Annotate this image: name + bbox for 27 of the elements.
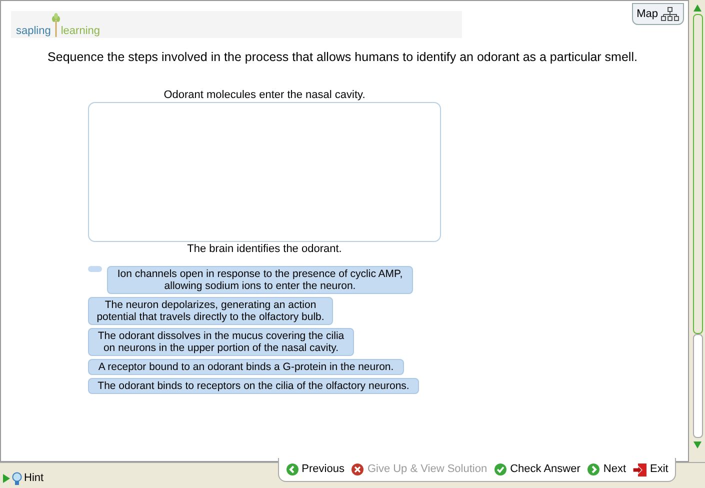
sequence-end-label: The brain identifies the odorant. <box>187 242 342 256</box>
empty-card[interactable] <box>88 266 102 272</box>
cross-icon <box>351 463 364 476</box>
nav-button[interactable]: Next <box>587 461 626 478</box>
checkmark-icon <box>494 463 508 476</box>
exit-door-icon <box>633 462 648 476</box>
answer-card[interactable]: The odorant dissolves in the mucus covering the cilia on neurons in the upper portion of the nasal cavity. <box>88 328 354 356</box>
nav-button[interactable]: Exit <box>633 461 668 478</box>
answer-card[interactable]: Ion channels open in response to the presence of cyclic AMP, allowing sodium ions to enter the neuron. <box>107 266 413 294</box>
question-text: Sequence the steps involved in the process that allows humans to identify an odorant as a particular smell. <box>46 49 638 66</box>
sequence-start-label: Odorant molecules enter the nasal cavity. <box>164 88 366 102</box>
nav-button[interactable]: Check Answer <box>494 461 580 478</box>
scroll-down-icon[interactable] <box>693 441 702 449</box>
answer-card[interactable]: The odorant binds to receptors on the cilia of the olfactory neurons. <box>88 378 419 394</box>
scroll-thumb[interactable] <box>692 14 702 334</box>
sprout-icon <box>52 13 60 37</box>
sitemap-icon <box>661 7 679 21</box>
play-icon <box>3 474 10 483</box>
answer-card[interactable]: The neuron depolarizes, generating an action potential that travels directly to the olfactory bulb. <box>88 296 333 325</box>
answer-card[interactable]: A receptor bound to an odorant binds a G-protein in the neuron. <box>88 358 404 375</box>
hint-button[interactable]: Hint <box>3 470 44 487</box>
logo-text: learning <box>60 26 100 37</box>
scroll-up-icon[interactable] <box>693 4 702 12</box>
map-button[interactable]: Map <box>632 3 684 25</box>
logo-text: sapling <box>16 26 51 37</box>
lightbulb-icon <box>12 472 22 486</box>
nav-button[interactable]: Previous <box>286 461 344 478</box>
